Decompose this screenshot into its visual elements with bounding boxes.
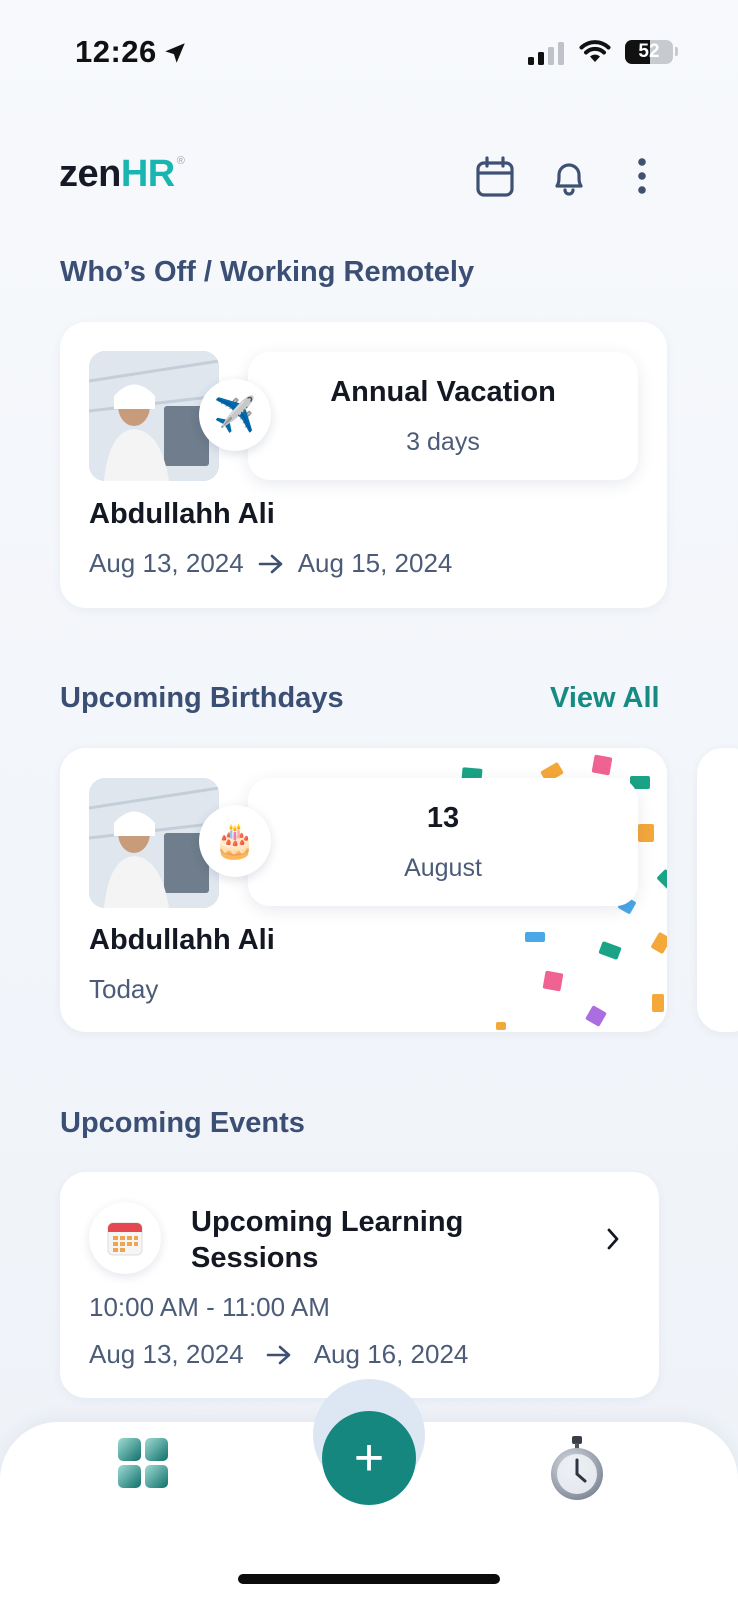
birthday-month: August (404, 854, 482, 882)
leave-duration: 3 days (406, 428, 480, 456)
cellular-signal-icon (528, 42, 564, 65)
confetti-piece (650, 931, 667, 955)
battery-icon: 52 (625, 40, 673, 64)
battery-tip (675, 47, 678, 56)
logo-registered: ® (176, 155, 185, 167)
event-title: Upcoming Learning Sessions (191, 1206, 464, 1274)
dashboard-icon[interactable] (116, 1436, 170, 1490)
more-vertical-icon[interactable] (630, 156, 654, 198)
birthdays-title: Upcoming Birthdays (60, 682, 344, 714)
battery-percentage: 52 (638, 41, 660, 62)
end-date: Aug 16, 2024 (313, 1339, 469, 1369)
confetti-piece (652, 994, 664, 1012)
birthday-when: Today (89, 974, 159, 1004)
airplane-icon: ✈️ (199, 379, 271, 451)
stopwatch-icon[interactable] (548, 1434, 606, 1502)
calendar-icon[interactable] (474, 156, 516, 198)
confetti-piece (598, 940, 622, 961)
event-date-range: Aug 13, 2024 Aug 16, 2024 (89, 1339, 468, 1370)
end-date: Aug 15, 2024 (297, 548, 453, 578)
arrow-right-icon (266, 1345, 291, 1364)
chevron-right-icon[interactable] (605, 1227, 621, 1251)
start-date: Aug 13, 2024 (89, 1339, 244, 1369)
leave-info-pill: Annual Vacation 3 days (248, 352, 638, 480)
view-all-birthdays-link[interactable]: View All (550, 682, 660, 715)
event-calendar-badge (89, 1202, 161, 1274)
confetti-piece (542, 970, 564, 992)
confetti-piece (656, 868, 667, 893)
confetti-piece (591, 754, 613, 776)
birthday-day: 13 (426, 802, 460, 834)
status-time: 12:26 (75, 34, 157, 69)
wifi-icon (579, 40, 611, 62)
event-time: 10:00 AM - 11:00 AM (89, 1292, 330, 1322)
whos-off-card[interactable]: Annual Vacation 3 days ✈️ Abdullahh Ali … (60, 322, 667, 608)
tear-off-calendar-icon (107, 1222, 143, 1256)
confetti-piece (525, 932, 545, 942)
leave-date-range: Aug 13, 2024 Aug 15, 2024 (89, 548, 452, 579)
birthday-card[interactable]: 13 August 🎂 Abdullahh Ali Today (60, 748, 667, 1032)
birthday-cake-icon: 🎂 (199, 805, 271, 877)
next-birthday-card-peek[interactable] (697, 748, 738, 1032)
confetti-piece (638, 824, 654, 842)
arrow-right-icon (258, 554, 283, 573)
bell-icon[interactable] (548, 156, 590, 198)
whos-off-title: Who’s Off / Working Remotely (60, 256, 475, 288)
event-card[interactable]: Upcoming Learning Sessions 10:00 AM - 11… (60, 1172, 659, 1398)
events-title: Upcoming Events (60, 1107, 305, 1139)
logo-zen: zen (59, 153, 121, 195)
start-date: Aug 13, 2024 (89, 548, 244, 578)
zenhr-logo: zenHR ® (59, 153, 185, 196)
confetti-piece (496, 1022, 506, 1030)
home-indicator (238, 1574, 500, 1584)
leave-type: Annual Vacation (330, 376, 556, 408)
location-arrow-icon (165, 43, 185, 63)
employee-name: Abdullahh Ali (89, 498, 275, 530)
employee-name: Abdullahh Ali (89, 924, 275, 956)
add-button[interactable]: + (322, 1411, 416, 1505)
birthday-date-pill: 13 August (248, 778, 638, 906)
logo-hr: HR (120, 153, 175, 195)
confetti-piece (585, 1005, 607, 1027)
